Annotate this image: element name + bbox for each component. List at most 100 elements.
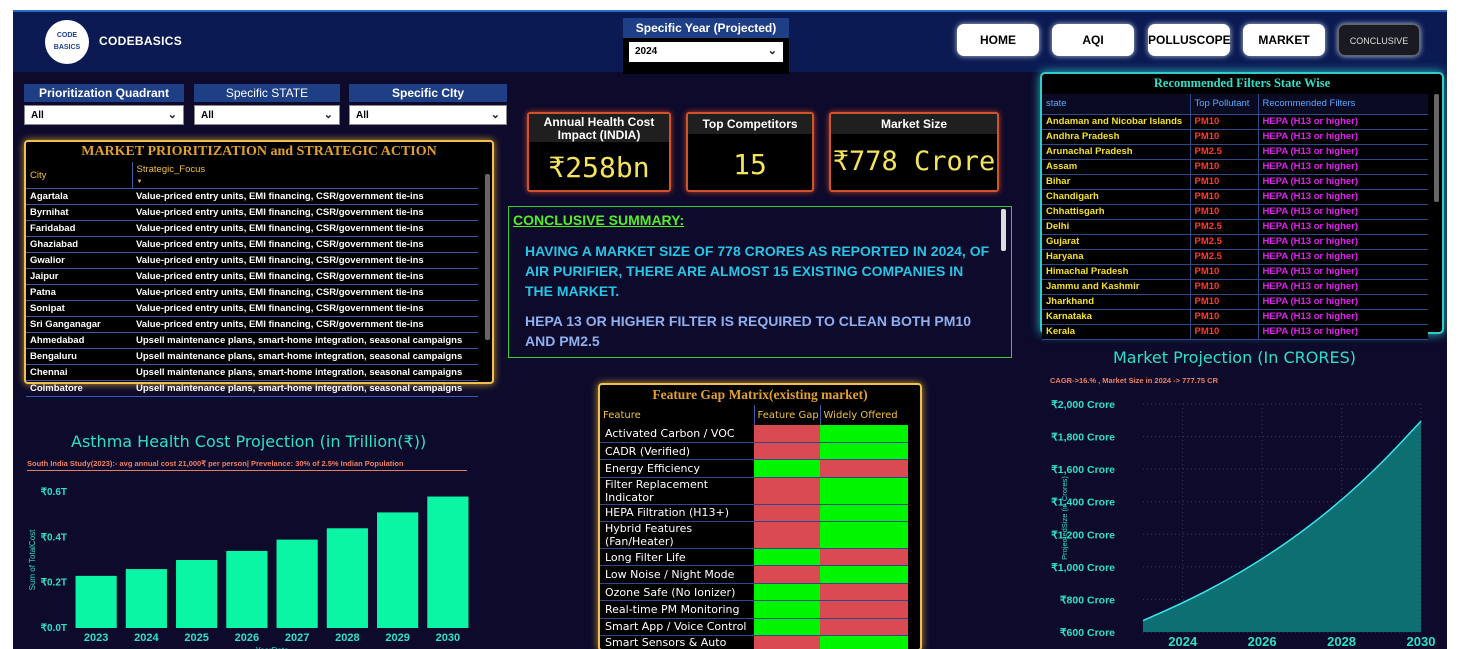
table-row[interactable]: Jaipur Value-priced entry units, EMI fina…: [26, 268, 478, 285]
table-row[interactable]: Arunachal Pradesh PM2.5 HEPA (H13 or highe…: [1042, 144, 1428, 160]
column-header-feature[interactable]: Feature: [600, 405, 754, 425]
pollutant-cell: PM10: [1189, 159, 1258, 175]
pollutant-cell: PM10: [1189, 189, 1258, 205]
chevron-down-icon: ⌄: [490, 109, 500, 121]
table-row[interactable]: Andaman and Nicobar Islands PM10 HEPA (H13…: [1042, 114, 1428, 130]
table-row[interactable]: Bengaluru Upsell maintenance plans, smart…: [26, 348, 478, 365]
quadrant-dropdown[interactable]: All ⌄: [24, 105, 184, 125]
table-row[interactable]: Himachal Pradesh PM10 HEPA (H13 or higher): [1042, 264, 1428, 280]
column-header-state[interactable]: state: [1042, 94, 1190, 115]
pollutant-cell: PM2.5: [1189, 234, 1258, 250]
column-header-strategic-focus[interactable]: Strategic_Focus ▼: [131, 162, 478, 189]
feature-gap-cell: [754, 425, 820, 443]
y-tick-label: ₹2,000 Crore: [1051, 399, 1115, 411]
city-dropdown[interactable]: All ⌄: [349, 105, 507, 125]
table-row[interactable]: Haryana PM2.5 HEPA (H13 or higher): [1042, 249, 1428, 265]
widely-offered-cell: [820, 521, 908, 550]
table-row[interactable]: Coimbatore Upsell maintenance plans, smar…: [26, 380, 478, 397]
x-tick-label: 2027: [285, 632, 309, 644]
table-row[interactable]: Ozone Safe (No Ionizer): [600, 583, 908, 602]
column-header-top-pollutant[interactable]: Top Pollutant: [1189, 94, 1258, 115]
table-row[interactable]: Real-time PM Monitoring: [600, 600, 908, 619]
table-row[interactable]: Delhi PM2.5 HEPA (H13 or higher): [1042, 219, 1428, 235]
feature-cell: Activated Carbon / VOC: [600, 425, 754, 443]
y-tick-label: ₹0.0T: [41, 623, 67, 634]
table-row[interactable]: Sonipat Value-priced entry units, EMI fin…: [26, 300, 478, 317]
table-row[interactable]: Smart App / Voice Control: [600, 618, 908, 637]
table-row[interactable]: Filter Replacement Indicator: [600, 477, 908, 505]
nav-polluscope-button[interactable]: POLLUSCOPE: [1148, 24, 1231, 56]
table-row[interactable]: Jharkhand PM10 HEPA (H13 or higher): [1042, 294, 1428, 310]
y-tick-label: ₹0.6T: [41, 487, 67, 498]
kpi-competitors: Top Competitors 15: [686, 112, 814, 192]
state-cell: Andaman and Nicobar Islands: [1042, 114, 1190, 130]
table-row[interactable]: Byrnihat Value-priced entry units, EMI fi…: [26, 204, 478, 221]
brand-name: CODEBASICS: [99, 34, 183, 48]
column-header-recommended-filters[interactable]: Recommended Filters: [1257, 94, 1428, 115]
table-row[interactable]: Karnataka PM10 HEPA (H13 or higher): [1042, 309, 1428, 325]
table-row[interactable]: HEPA Filtration (H13+): [600, 504, 908, 523]
nav-conclusive-button[interactable]: CONCLUSIVE: [1338, 24, 1420, 56]
table-row[interactable]: Chennai Upsell maintenance plans, smart-h…: [26, 364, 478, 381]
table-row[interactable]: Chhattisgarh PM10 HEPA (H13 or higher): [1042, 204, 1428, 220]
table-row[interactable]: Chandigarh PM10 HEPA (H13 or higher): [1042, 189, 1428, 205]
table-row[interactable]: Smart Sensors & Auto Mode: [600, 635, 908, 649]
y-tick-label: ₹0.2T: [41, 578, 67, 589]
table-row[interactable]: Agartala Value-priced entry units, EMI fi…: [26, 188, 478, 205]
year-slicer-label: Specific Year (Projected): [623, 18, 789, 38]
feature-cell: Smart App / Voice Control: [600, 618, 754, 637]
pollutant-cell: PM10: [1189, 324, 1258, 340]
table-row[interactable]: CADR (Verified): [600, 442, 908, 461]
y-tick-label: ₹1,600 Crore: [1051, 464, 1115, 476]
table-row[interactable]: Faridabad Value-priced entry units, EMI f…: [26, 220, 478, 237]
nav-aqi-button[interactable]: AQI: [1052, 24, 1134, 56]
table-row[interactable]: Sri Ganganagar Value-priced entry units, …: [26, 316, 478, 333]
column-header-widely-offered[interactable]: Widely Offered: [819, 405, 908, 425]
table-row[interactable]: Ghaziabad Value-priced entry units, EMI f…: [26, 236, 478, 253]
table-row[interactable]: Patna Value-priced entry units, EMI finan…: [26, 284, 478, 301]
table-row[interactable]: Bihar PM10 HEPA (H13 or higher): [1042, 174, 1428, 190]
pollutant-cell: PM10: [1189, 204, 1258, 220]
table-row[interactable]: Gwalior Value-priced entry units, EMI fin…: [26, 252, 478, 269]
widely-offered-cell: [820, 442, 908, 461]
table-row[interactable]: Kerala PM10 HEPA (H13 or higher): [1042, 324, 1428, 340]
feature-gap-cell: [754, 442, 820, 461]
x-tick-label: 2028: [335, 632, 359, 644]
scrollbar[interactable]: [1434, 94, 1439, 202]
table-row[interactable]: Activated Carbon / VOC: [600, 425, 908, 443]
chevron-down-icon: ⌄: [323, 109, 333, 121]
state-dropdown[interactable]: All ⌄: [194, 105, 340, 125]
feature-gap-cell: [754, 504, 820, 523]
bar: [125, 569, 167, 628]
table-row[interactable]: Jammu and Kashmir PM10 HEPA (H13 or higher…: [1042, 279, 1428, 295]
market-prioritization-title: MARKET PRIORITIZATION and STRATEGIC ACTI…: [81, 144, 437, 159]
kpi-competitors-value: 15: [733, 148, 767, 181]
nav-home-button[interactable]: HOME: [957, 24, 1039, 56]
pollutant-cell: PM10: [1189, 264, 1258, 280]
table-row[interactable]: Andhra Pradesh PM10 HEPA (H13 or higher): [1042, 129, 1428, 145]
y-tick-label: ₹1,000 Crore: [1051, 562, 1115, 574]
scrollbar[interactable]: [485, 174, 490, 340]
dashboard-canvas: CODE BASICS CODEBASICS Specific Year (Pr…: [13, 10, 1447, 649]
scrollbar[interactable]: [1001, 209, 1006, 251]
summary-paragraph-1: HAVING A MARKET SIZE OF 778 CRORES AS RE…: [525, 243, 990, 299]
year-dropdown[interactable]: 2024 ⌄: [629, 42, 783, 62]
state-cell: Bihar: [1042, 174, 1190, 190]
divider: [27, 470, 467, 471]
column-header-feature-gap[interactable]: Feature Gap: [753, 405, 820, 425]
table-row[interactable]: Gujarat PM2.5 HEPA (H13 or higher): [1042, 234, 1428, 250]
strategy-cell: Upsell maintenance plans, smart-home int…: [132, 332, 478, 349]
state-cell: Andhra Pradesh: [1042, 129, 1190, 145]
table-row[interactable]: Long Filter Life: [600, 548, 908, 567]
y-tick-label: ₹600 Crore: [1060, 627, 1115, 639]
column-header-city[interactable]: City: [26, 162, 132, 189]
table-row[interactable]: Assam PM10 HEPA (H13 or higher): [1042, 159, 1428, 175]
table-row[interactable]: Hybrid Features (Fan/Heater): [600, 521, 908, 550]
x-tick-label: 2028: [1327, 634, 1356, 649]
table-row[interactable]: Energy Efficiency: [600, 459, 908, 478]
y-axis-label: Sum of TotalCost: [28, 529, 37, 591]
nav-market-button[interactable]: MARKET: [1243, 24, 1325, 56]
table-row[interactable]: Ahmedabad Upsell maintenance plans, smart…: [26, 332, 478, 349]
pollutant-cell: PM10: [1189, 279, 1258, 295]
table-row[interactable]: Low Noise / Night Mode: [600, 565, 908, 584]
